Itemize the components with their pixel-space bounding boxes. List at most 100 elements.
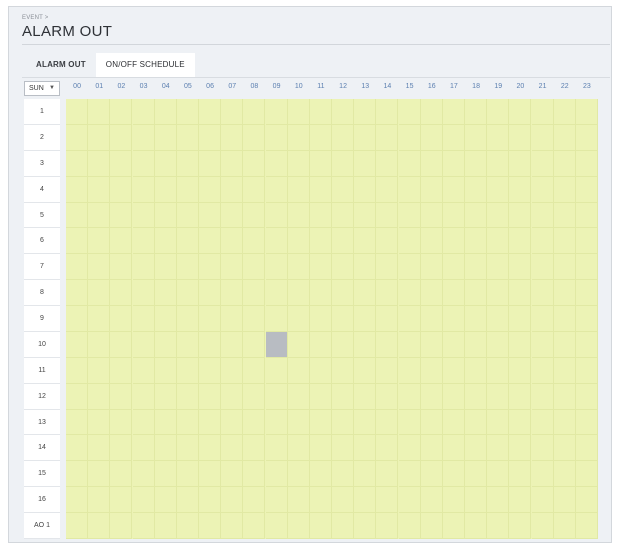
schedule-cell[interactable] (221, 254, 244, 281)
schedule-cell[interactable] (154, 306, 177, 332)
schedule-cell[interactable] (354, 99, 377, 125)
schedule-cell[interactable] (509, 435, 532, 462)
schedule-cell[interactable] (509, 228, 532, 255)
schedule-cell[interactable] (88, 254, 111, 281)
schedule-cell[interactable] (199, 176, 222, 203)
schedule-cell[interactable] (465, 254, 488, 281)
row-label[interactable]: 6 (24, 228, 60, 255)
schedule-cell[interactable] (487, 487, 510, 514)
schedule-cell[interactable] (442, 228, 465, 255)
schedule-cell[interactable] (66, 461, 89, 488)
schedule-cell[interactable] (398, 435, 421, 462)
schedule-cell[interactable] (398, 280, 421, 307)
schedule-cell[interactable] (265, 150, 288, 177)
schedule-cell[interactable] (287, 176, 310, 203)
schedule-cell[interactable] (132, 254, 155, 281)
schedule-cell[interactable] (332, 487, 355, 514)
schedule-cell[interactable] (243, 306, 266, 332)
day-select[interactable]: SUN ▼ (24, 81, 60, 96)
schedule-cell[interactable] (354, 124, 377, 151)
schedule-cell[interactable] (398, 150, 421, 177)
row-label[interactable]: 7 (24, 254, 60, 281)
hour-label[interactable]: 08 (243, 83, 265, 90)
schedule-cell[interactable] (354, 280, 377, 307)
schedule-cell[interactable] (265, 409, 288, 436)
schedule-cell[interactable] (66, 124, 89, 151)
schedule-cell[interactable] (309, 435, 332, 462)
schedule-cell[interactable] (531, 513, 554, 539)
schedule-cell[interactable] (66, 383, 89, 410)
schedule-cell[interactable] (221, 306, 244, 332)
schedule-cell[interactable] (442, 383, 465, 410)
schedule-cell[interactable] (332, 357, 355, 384)
schedule-cell[interactable] (465, 409, 488, 436)
schedule-cell[interactable] (221, 435, 244, 462)
schedule-cell[interactable] (309, 254, 332, 281)
schedule-cell[interactable] (88, 228, 111, 255)
schedule-cell[interactable] (176, 202, 199, 229)
schedule-cell[interactable] (176, 254, 199, 281)
hour-label[interactable]: 12 (332, 83, 354, 90)
schedule-cell[interactable] (553, 487, 576, 514)
schedule-cell[interactable] (420, 409, 443, 436)
hour-label[interactable]: 02 (110, 83, 132, 90)
schedule-cell[interactable] (66, 357, 89, 384)
schedule-cell[interactable] (420, 202, 443, 229)
schedule-cell[interactable] (531, 280, 554, 307)
schedule-cell[interactable] (465, 150, 488, 177)
row-label[interactable]: 14 (24, 435, 60, 462)
schedule-cell[interactable] (66, 435, 89, 462)
schedule-cell[interactable] (575, 124, 598, 151)
schedule-cell[interactable] (243, 383, 266, 410)
schedule-cell[interactable] (221, 331, 244, 358)
schedule-cell[interactable] (265, 513, 288, 539)
schedule-cell[interactable] (132, 202, 155, 229)
schedule-cell[interactable] (487, 228, 510, 255)
schedule-cell[interactable] (199, 435, 222, 462)
schedule-cell[interactable] (575, 99, 598, 125)
schedule-cell[interactable] (398, 357, 421, 384)
schedule-cell[interactable] (509, 124, 532, 151)
schedule-cell[interactable] (398, 513, 421, 539)
schedule-cell[interactable] (420, 331, 443, 358)
schedule-cell[interactable] (88, 357, 111, 384)
schedule-cell[interactable] (265, 280, 288, 307)
row-label[interactable]: 12 (24, 383, 60, 410)
schedule-cell[interactable] (398, 99, 421, 125)
schedule-cell[interactable] (309, 280, 332, 307)
schedule-cell[interactable] (88, 99, 111, 125)
schedule-cell[interactable] (442, 202, 465, 229)
schedule-cell[interactable] (110, 176, 133, 203)
schedule-cell[interactable] (132, 280, 155, 307)
hour-label[interactable]: 19 (487, 83, 509, 90)
schedule-cell[interactable] (487, 124, 510, 151)
schedule-cell[interactable] (465, 513, 488, 539)
schedule-cell[interactable] (265, 487, 288, 514)
schedule-cell[interactable] (332, 306, 355, 332)
schedule-cell[interactable] (221, 176, 244, 203)
schedule-cell[interactable] (531, 306, 554, 332)
schedule-cell[interactable] (154, 202, 177, 229)
schedule-cell[interactable] (110, 202, 133, 229)
schedule-cell[interactable] (88, 383, 111, 410)
schedule-cell[interactable] (442, 150, 465, 177)
schedule-cell[interactable] (265, 383, 288, 410)
schedule-cell[interactable] (199, 306, 222, 332)
schedule-cell[interactable] (442, 124, 465, 151)
schedule-cell[interactable] (575, 513, 598, 539)
schedule-cell[interactable] (287, 383, 310, 410)
schedule-cell[interactable] (376, 461, 399, 488)
schedule-cell[interactable] (354, 254, 377, 281)
schedule-cell[interactable] (420, 150, 443, 177)
schedule-cell[interactable] (487, 202, 510, 229)
schedule-cell[interactable] (575, 254, 598, 281)
schedule-cell[interactable] (88, 461, 111, 488)
schedule-cell[interactable] (420, 487, 443, 514)
schedule-cell[interactable] (287, 150, 310, 177)
schedule-cell[interactable] (287, 331, 310, 358)
schedule-cell[interactable] (376, 331, 399, 358)
schedule-cell[interactable] (154, 513, 177, 539)
hour-label[interactable]: 07 (221, 83, 243, 90)
schedule-cell[interactable] (154, 487, 177, 514)
schedule-cell[interactable] (420, 228, 443, 255)
